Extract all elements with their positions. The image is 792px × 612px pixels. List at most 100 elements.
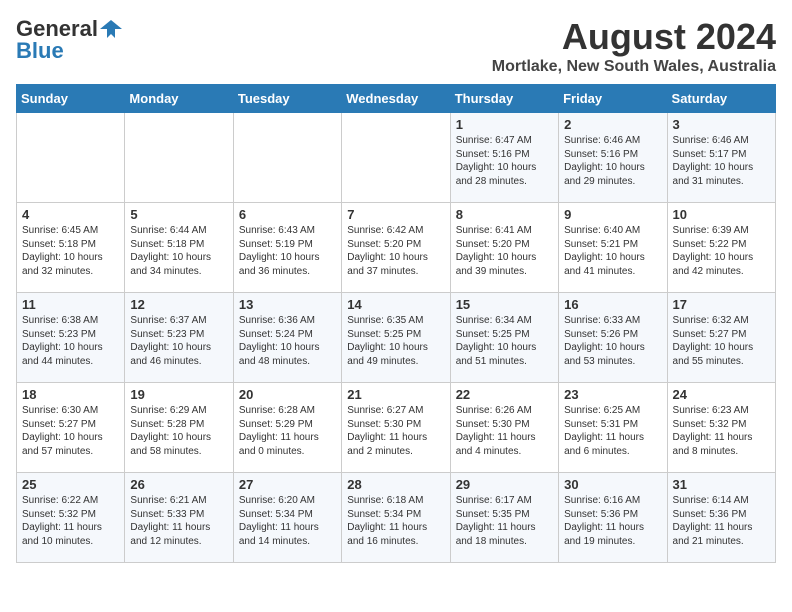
calendar-table: SundayMondayTuesdayWednesdayThursdayFrid… xyxy=(16,84,776,563)
cell-info: Sunrise: 6:18 AM Sunset: 5:34 PM Dayligh… xyxy=(347,494,444,548)
calendar-cell: 17 Sunrise: 6:32 AM Sunset: 5:27 PM Dayli… xyxy=(667,293,775,383)
cell-info: Sunrise: 6:21 AM Sunset: 5:33 PM Dayligh… xyxy=(130,494,227,548)
logo: General Blue xyxy=(16,16,122,64)
day-header-sunday: Sunday xyxy=(17,85,125,113)
day-number: 6 xyxy=(239,207,336,222)
calendar-cell: 26 Sunrise: 6:21 AM Sunset: 5:33 PM Dayli… xyxy=(125,473,233,563)
calendar-cell: 4Sunrise: 6:45 AM Sunset: 5:18 PM Daylig… xyxy=(17,203,125,293)
day-number: 11 xyxy=(22,297,119,312)
cell-info: Sunrise: 6:33 AM Sunset: 5:26 PM Dayligh… xyxy=(564,314,661,368)
calendar-cell xyxy=(342,113,450,203)
calendar-cell: 10 Sunrise: 6:39 AM Sunset: 5:22 PM Dayli… xyxy=(667,203,775,293)
cell-info: Sunrise: 6:20 AM Sunset: 5:34 PM Dayligh… xyxy=(239,494,336,548)
title-section: August 2024 Mortlake, New South Wales, A… xyxy=(492,16,776,76)
day-number: 23 xyxy=(564,387,661,402)
calendar-cell xyxy=(233,113,341,203)
calendar-cell: 27 Sunrise: 6:20 AM Sunset: 5:34 PM Dayli… xyxy=(233,473,341,563)
calendar-cell xyxy=(17,113,125,203)
day-number: 18 xyxy=(22,387,119,402)
day-number: 12 xyxy=(130,297,227,312)
cell-info: Sunrise: 6:35 AM Sunset: 5:25 PM Dayligh… xyxy=(347,314,444,368)
day-number: 17 xyxy=(673,297,770,312)
cell-info: Sunrise: 6:22 AM Sunset: 5:32 PM Dayligh… xyxy=(22,494,119,548)
day-header-saturday: Saturday xyxy=(667,85,775,113)
calendar-cell: 9 Sunrise: 6:40 AM Sunset: 5:21 PM Daylig… xyxy=(559,203,667,293)
calendar-cell: 22Sunrise: 6:26 AM Sunset: 5:30 PM Dayli… xyxy=(450,383,558,473)
day-number: 29 xyxy=(456,477,553,492)
day-number: 19 xyxy=(130,387,227,402)
calendar-cell: 23Sunrise: 6:25 AM Sunset: 5:31 PM Dayli… xyxy=(559,383,667,473)
calendar-body: 1Sunrise: 6:47 AM Sunset: 5:16 PM Daylig… xyxy=(17,113,776,563)
cell-info: Sunrise: 6:29 AM Sunset: 5:28 PM Dayligh… xyxy=(130,404,227,458)
calendar-cell: 13 Sunrise: 6:36 AM Sunset: 5:24 PM Dayli… xyxy=(233,293,341,383)
calendar-cell: 2 Sunrise: 6:46 AM Sunset: 5:16 PM Daylig… xyxy=(559,113,667,203)
day-number: 5 xyxy=(130,207,227,222)
calendar-cell: 1Sunrise: 6:47 AM Sunset: 5:16 PM Daylig… xyxy=(450,113,558,203)
calendar-cell: 6 Sunrise: 6:43 AM Sunset: 5:19 PM Daylig… xyxy=(233,203,341,293)
day-number: 10 xyxy=(673,207,770,222)
logo-bird-icon xyxy=(100,18,122,40)
calendar-cell: 5 Sunrise: 6:44 AM Sunset: 5:18 PM Daylig… xyxy=(125,203,233,293)
cell-info: Sunrise: 6:45 AM Sunset: 5:18 PM Dayligh… xyxy=(22,224,119,278)
day-header-friday: Friday xyxy=(559,85,667,113)
day-number: 13 xyxy=(239,297,336,312)
cell-info: Sunrise: 6:32 AM Sunset: 5:27 PM Dayligh… xyxy=(673,314,770,368)
day-number: 7 xyxy=(347,207,444,222)
calendar-week-row: 25 Sunrise: 6:22 AM Sunset: 5:32 PM Dayli… xyxy=(17,473,776,563)
day-number: 26 xyxy=(130,477,227,492)
calendar-cell: 19 Sunrise: 6:29 AM Sunset: 5:28 PM Dayli… xyxy=(125,383,233,473)
day-number: 20 xyxy=(239,387,336,402)
cell-info: Sunrise: 6:40 AM Sunset: 5:21 PM Dayligh… xyxy=(564,224,661,278)
cell-info: Sunrise: 6:28 AM Sunset: 5:29 PM Dayligh… xyxy=(239,404,336,458)
cell-info: Sunrise: 6:16 AM Sunset: 5:36 PM Dayligh… xyxy=(564,494,661,548)
calendar-cell: 30 Sunrise: 6:16 AM Sunset: 5:36 PM Dayli… xyxy=(559,473,667,563)
cell-info: Sunrise: 6:44 AM Sunset: 5:18 PM Dayligh… xyxy=(130,224,227,278)
day-number: 24 xyxy=(673,387,770,402)
cell-info: Sunrise: 6:47 AM Sunset: 5:16 PM Dayligh… xyxy=(456,134,553,188)
calendar-cell: 18Sunrise: 6:30 AM Sunset: 5:27 PM Dayli… xyxy=(17,383,125,473)
cell-info: Sunrise: 6:42 AM Sunset: 5:20 PM Dayligh… xyxy=(347,224,444,278)
day-number: 15 xyxy=(456,297,553,312)
day-number: 25 xyxy=(22,477,119,492)
calendar-cell: 7 Sunrise: 6:42 AM Sunset: 5:20 PM Daylig… xyxy=(342,203,450,293)
cell-info: Sunrise: 6:17 AM Sunset: 5:35 PM Dayligh… xyxy=(456,494,553,548)
cell-info: Sunrise: 6:43 AM Sunset: 5:19 PM Dayligh… xyxy=(239,224,336,278)
calendar-cell: 14 Sunrise: 6:35 AM Sunset: 5:25 PM Dayli… xyxy=(342,293,450,383)
day-number: 30 xyxy=(564,477,661,492)
day-number: 21 xyxy=(347,387,444,402)
calendar-cell: 11 Sunrise: 6:38 AM Sunset: 5:23 PM Dayli… xyxy=(17,293,125,383)
calendar-cell: 16Sunrise: 6:33 AM Sunset: 5:26 PM Dayli… xyxy=(559,293,667,383)
cell-info: Sunrise: 6:46 AM Sunset: 5:17 PM Dayligh… xyxy=(673,134,770,188)
calendar-week-row: 1Sunrise: 6:47 AM Sunset: 5:16 PM Daylig… xyxy=(17,113,776,203)
cell-info: Sunrise: 6:26 AM Sunset: 5:30 PM Dayligh… xyxy=(456,404,553,458)
cell-info: Sunrise: 6:38 AM Sunset: 5:23 PM Dayligh… xyxy=(22,314,119,368)
logo-blue: Blue xyxy=(16,38,64,64)
day-number: 9 xyxy=(564,207,661,222)
location-subtitle: Mortlake, New South Wales, Australia xyxy=(492,58,776,76)
calendar-cell: 8Sunrise: 6:41 AM Sunset: 5:20 PM Daylig… xyxy=(450,203,558,293)
day-header-monday: Monday xyxy=(125,85,233,113)
calendar-cell: 12 Sunrise: 6:37 AM Sunset: 5:23 PM Dayli… xyxy=(125,293,233,383)
calendar-cell: 25 Sunrise: 6:22 AM Sunset: 5:32 PM Dayli… xyxy=(17,473,125,563)
day-number: 2 xyxy=(564,117,661,132)
calendar-cell: 20 Sunrise: 6:28 AM Sunset: 5:29 PM Dayli… xyxy=(233,383,341,473)
day-number: 14 xyxy=(347,297,444,312)
day-number: 27 xyxy=(239,477,336,492)
day-number: 31 xyxy=(673,477,770,492)
page-header: General Blue August 2024 Mortlake, New S… xyxy=(16,16,776,76)
cell-info: Sunrise: 6:39 AM Sunset: 5:22 PM Dayligh… xyxy=(673,224,770,278)
day-header-tuesday: Tuesday xyxy=(233,85,341,113)
cell-info: Sunrise: 6:27 AM Sunset: 5:30 PM Dayligh… xyxy=(347,404,444,458)
calendar-week-row: 11 Sunrise: 6:38 AM Sunset: 5:23 PM Dayli… xyxy=(17,293,776,383)
day-header-thursday: Thursday xyxy=(450,85,558,113)
cell-info: Sunrise: 6:36 AM Sunset: 5:24 PM Dayligh… xyxy=(239,314,336,368)
calendar-cell xyxy=(125,113,233,203)
day-number: 28 xyxy=(347,477,444,492)
cell-info: Sunrise: 6:46 AM Sunset: 5:16 PM Dayligh… xyxy=(564,134,661,188)
calendar-cell: 15 Sunrise: 6:34 AM Sunset: 5:25 PM Dayli… xyxy=(450,293,558,383)
cell-info: Sunrise: 6:34 AM Sunset: 5:25 PM Dayligh… xyxy=(456,314,553,368)
cell-info: Sunrise: 6:37 AM Sunset: 5:23 PM Dayligh… xyxy=(130,314,227,368)
calendar-cell: 21 Sunrise: 6:27 AM Sunset: 5:30 PM Dayli… xyxy=(342,383,450,473)
day-number: 3 xyxy=(673,117,770,132)
calendar-cell: 31Sunrise: 6:14 AM Sunset: 5:36 PM Dayli… xyxy=(667,473,775,563)
